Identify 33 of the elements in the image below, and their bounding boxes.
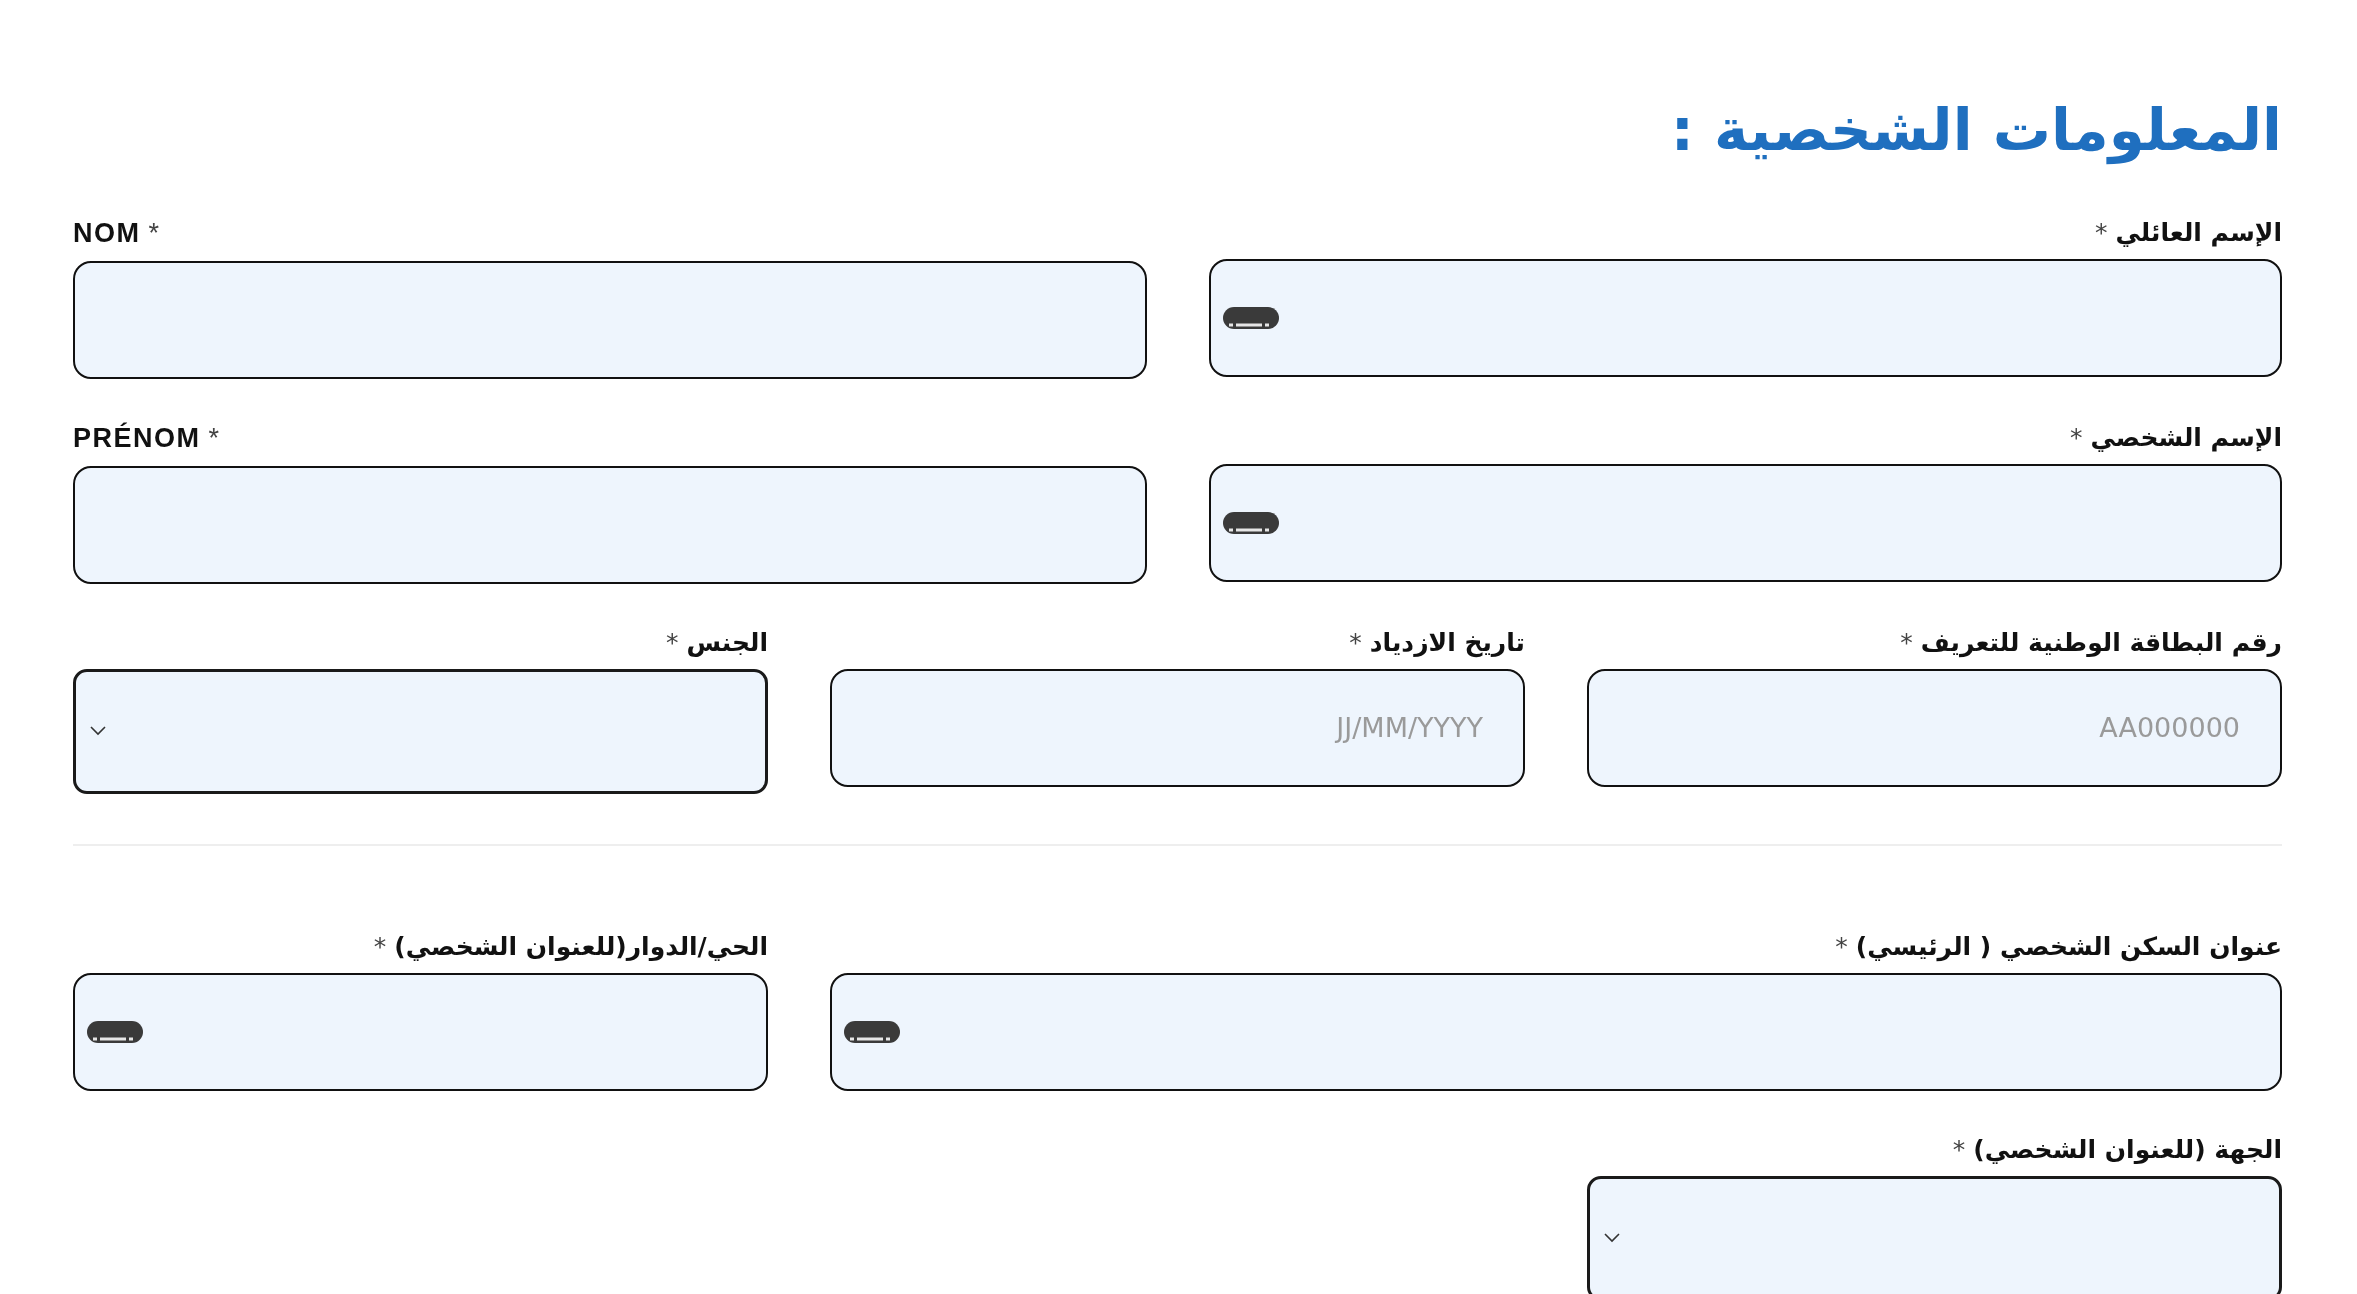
chevron-down-icon <box>1604 1233 1620 1244</box>
chevron-down-icon <box>90 726 106 737</box>
required-mark: * <box>148 217 161 249</box>
select-field[interactable] <box>1587 1175 2282 1294</box>
input-field[interactable] <box>830 972 2282 1091</box>
required-mark: * <box>373 931 387 961</box>
field-label: الجنس <box>686 627 768 657</box>
required-mark: * <box>1835 931 1848 961</box>
required-mark: * <box>1900 627 1913 657</box>
field-label: عنوان السكن الشخصي ( الرئيسي) <box>1855 931 2282 961</box>
field-label: الجهة (للعنوان الشخصي) <box>1973 1134 2282 1164</box>
field-label: الإسم العائلي <box>2115 217 2282 247</box>
field-label: رقم البطاقة الوطنية للتعريف <box>1920 627 2282 657</box>
field-label: الإسم الشخصي <box>2090 422 2282 452</box>
section-title: المعلومات الشخصية : <box>1669 96 2282 166</box>
input-field[interactable]: AA000000 <box>1587 668 2282 787</box>
field-label: تاريخ الازدياد <box>1369 627 1525 657</box>
field-label: الحي/الدوار(للعنوان الشخصي) <box>394 931 768 961</box>
required-mark: * <box>2070 422 2083 452</box>
input-field[interactable] <box>73 465 1147 584</box>
input-field[interactable] <box>73 972 768 1091</box>
required-mark: * <box>2095 217 2108 247</box>
input-field[interactable] <box>73 260 1147 379</box>
required-mark: * <box>1349 627 1362 657</box>
input-field[interactable] <box>1208 463 2282 582</box>
field-label: PRÉNOM <box>73 422 201 454</box>
input-field[interactable]: JJ/MM/YYYY <box>830 668 1525 787</box>
required-mark: * <box>1952 1134 1966 1164</box>
field-label: NOM <box>73 217 141 249</box>
input-field[interactable] <box>1208 258 2282 377</box>
required-mark: * <box>208 422 221 454</box>
select-field[interactable] <box>73 668 768 794</box>
required-mark: * <box>665 627 679 657</box>
